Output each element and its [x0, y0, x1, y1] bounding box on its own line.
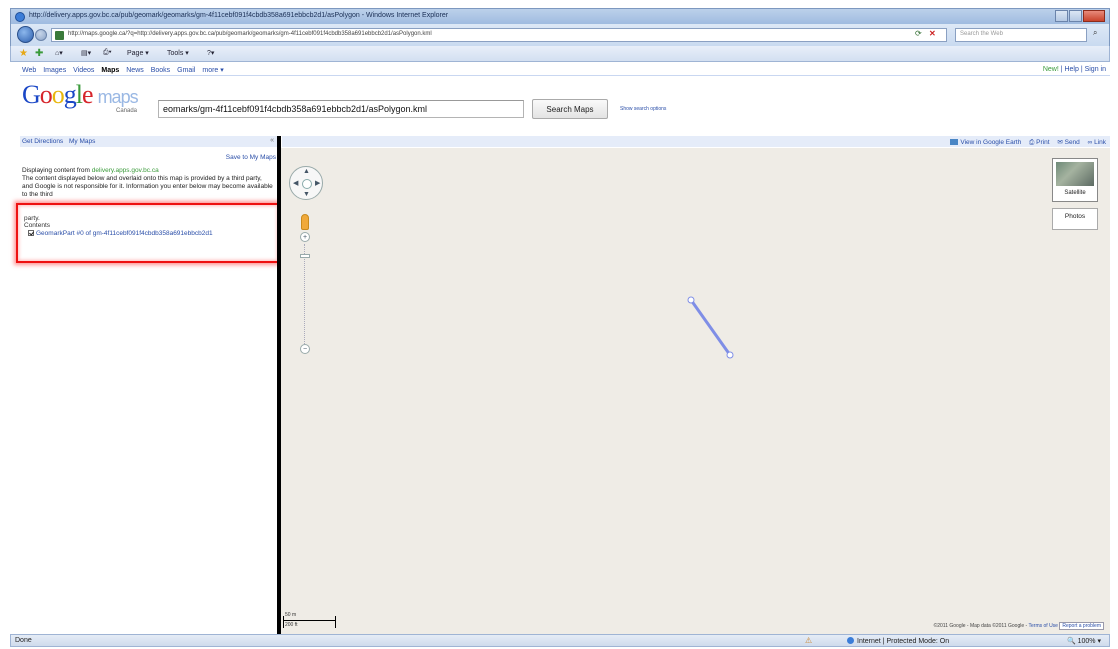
google-bar: Web Images Videos Maps News Books Gmail … [20, 64, 1110, 76]
status-bar: Done ⚠ Internet | Protected Mode: On 🔍 1… [10, 634, 1110, 647]
scale-tick [335, 616, 336, 628]
back-button[interactable] [17, 26, 34, 43]
print-link-icon: ⎙ [1029, 139, 1035, 146]
gbar-link-videos[interactable]: Videos [73, 67, 94, 74]
scale-bar: 50 m 200 ft [283, 612, 343, 632]
kml-overlay [687, 296, 734, 359]
display-prefix: Displaying content from [22, 167, 90, 174]
gbar-link-news[interactable]: News [126, 67, 144, 74]
print-link[interactable]: Print [1036, 139, 1049, 146]
gbar-link-images[interactable]: Images [43, 67, 66, 74]
maximize-button[interactable] [1069, 10, 1082, 22]
new-badge: New! [1042, 66, 1059, 73]
show-search-options-link[interactable]: Show search options [620, 106, 666, 112]
stop-icon[interactable]: ✕ [929, 29, 941, 41]
map-attribution: ©2011 Google - Map data ©2011 Google - T… [933, 622, 1104, 630]
send-link-icon: ✉ [1057, 139, 1063, 146]
satellite-button[interactable]: Satellite [1052, 158, 1098, 202]
web-search-input[interactable]: Search the Web [955, 28, 1087, 42]
maps-search-value: eomarks/gm-4f11cebf091f4cbdb358a691ebbcb… [163, 104, 428, 114]
tab-my-maps[interactable]: My Maps [69, 138, 95, 145]
link-link[interactable]: Link [1094, 139, 1106, 146]
tools-menu[interactable]: Tools ▾ [167, 49, 189, 57]
save-to-my-maps-link[interactable]: Save to My Maps [226, 154, 276, 162]
polygon-line[interactable] [689, 299, 732, 356]
command-bar: ★ ✚ ⌂▾ ▤▾ ⎙▾ Page ▾ Tools ▾ ?▾ [10, 46, 1110, 62]
window-titlebar: http://delivery.apps.gov.bc.ca/pub/geoma… [10, 8, 1110, 24]
address-url: http://maps.google.ca/?q=http://delivery… [68, 31, 432, 37]
status-text: Done [15, 637, 32, 644]
polygon-vertex[interactable] [687, 296, 695, 304]
send-link[interactable]: Send [1065, 139, 1080, 146]
ie-logo-icon [15, 12, 25, 22]
help-signin-links[interactable]: | Help | Sign in [1061, 66, 1106, 73]
help-icon[interactable]: ?▾ [207, 49, 214, 57]
maps-search-input[interactable]: eomarks/gm-4f11cebf091f4cbdb358a691ebbcb… [158, 100, 524, 118]
scale-line [283, 620, 335, 621]
display-body: The content displayed below and overlaid… [22, 175, 273, 198]
add-favorite-icon[interactable]: ✚ [35, 48, 43, 59]
google-product-links: Web Images Videos Maps News Books Gmail … [22, 66, 229, 74]
zoom-level[interactable]: 🔍 100% ▾ [1067, 637, 1101, 645]
close-button[interactable] [1083, 10, 1105, 22]
satellite-label: Satellite [1064, 190, 1086, 196]
highlight-annotation [16, 203, 280, 263]
window-title: http://delivery.apps.gov.bc.ca/pub/geoma… [29, 12, 449, 19]
third-party-notice: Displaying content from delivery.apps.go… [22, 167, 274, 199]
tab-get-directions[interactable]: Get Directions [22, 138, 63, 145]
polygon-vertex[interactable] [726, 351, 734, 359]
minimize-button[interactable] [1055, 10, 1068, 22]
gbar-link-books[interactable]: Books [151, 67, 170, 74]
security-warning-icon[interactable]: ⚠ [805, 636, 812, 645]
report-problem-link[interactable]: Report a problem [1059, 622, 1104, 630]
address-input[interactable]: http://maps.google.ca/?q=http://delivery… [51, 28, 947, 42]
address-toolbar: http://maps.google.ca/?q=http://delivery… [10, 24, 1110, 46]
refresh-icon[interactable]: ⟳ [915, 29, 927, 41]
panel-tabs-strip: Get Directions My Maps « [20, 136, 278, 147]
logo-region: Canada [116, 108, 138, 114]
home-icon[interactable]: ⌂▾ [55, 49, 63, 57]
gbar-link-more[interactable]: more ▾ [202, 67, 223, 74]
print-icon[interactable]: ⎙▾ [103, 49, 112, 57]
web-search-placeholder: Search the Web [960, 31, 1003, 37]
map-toolbar: View in Google Earth ⎙ Print ✉ Send ∞ Li… [282, 136, 1110, 147]
photos-button[interactable]: Photos [1052, 208, 1098, 230]
scale-imperial: 200 ft [285, 622, 298, 628]
google-earth-icon [950, 139, 959, 146]
globe-icon [847, 637, 854, 644]
satellite-thumbnail [1056, 162, 1094, 186]
link-chain-icon: ∞ [1087, 139, 1093, 146]
google-logo-text: Google maps [22, 80, 139, 109]
gbar-link-maps[interactable]: Maps [101, 67, 119, 74]
map-toolbar-links: View in Google Earth ⎙ Print ✉ Send ∞ Li… [950, 138, 1106, 147]
gbar-account-links: New! | Help | Sign in [1043, 66, 1106, 73]
zoom-level-text: 100% [1077, 638, 1096, 645]
feeds-icon[interactable]: ▤▾ [81, 49, 91, 57]
attribution-text: ©2011 Google - Map data ©2011 Google - [933, 623, 1028, 629]
security-zone[interactable]: Internet | Protected Mode: On [847, 637, 949, 645]
terms-of-use-link[interactable]: Terms of Use [1029, 623, 1058, 629]
google-maps-logo[interactable]: Google maps Canada [22, 82, 152, 116]
map-canvas[interactable]: ▲ ◀ ▶ ▼ + − Satellite Photos 50 m 200 ft… [281, 148, 1110, 634]
page-menu[interactable]: Page ▾ [127, 49, 149, 57]
view-in-earth-link[interactable]: View in Google Earth [960, 139, 1021, 146]
search-maps-button[interactable]: Search Maps [532, 99, 608, 119]
scale-tick [283, 616, 284, 628]
forward-button[interactable] [35, 29, 47, 41]
security-zone-text: Internet | Protected Mode: On [857, 638, 950, 645]
favorites-star-icon[interactable]: ★ [19, 48, 28, 59]
panel-tabs: Get Directions My Maps [22, 138, 95, 145]
page-favicon-icon [55, 31, 64, 40]
scale-metric: 50 m [285, 612, 297, 618]
search-icon[interactable]: ⌕ [1093, 28, 1107, 42]
source-domain-link[interactable]: delivery.apps.gov.bc.ca [92, 167, 159, 174]
window-controls [1054, 10, 1105, 22]
gbar-link-gmail[interactable]: Gmail [177, 67, 195, 74]
gbar-link-web[interactable]: Web [22, 67, 36, 74]
collapse-panel-icon[interactable]: « [270, 137, 274, 144]
logo-maps-word: maps [97, 87, 139, 107]
